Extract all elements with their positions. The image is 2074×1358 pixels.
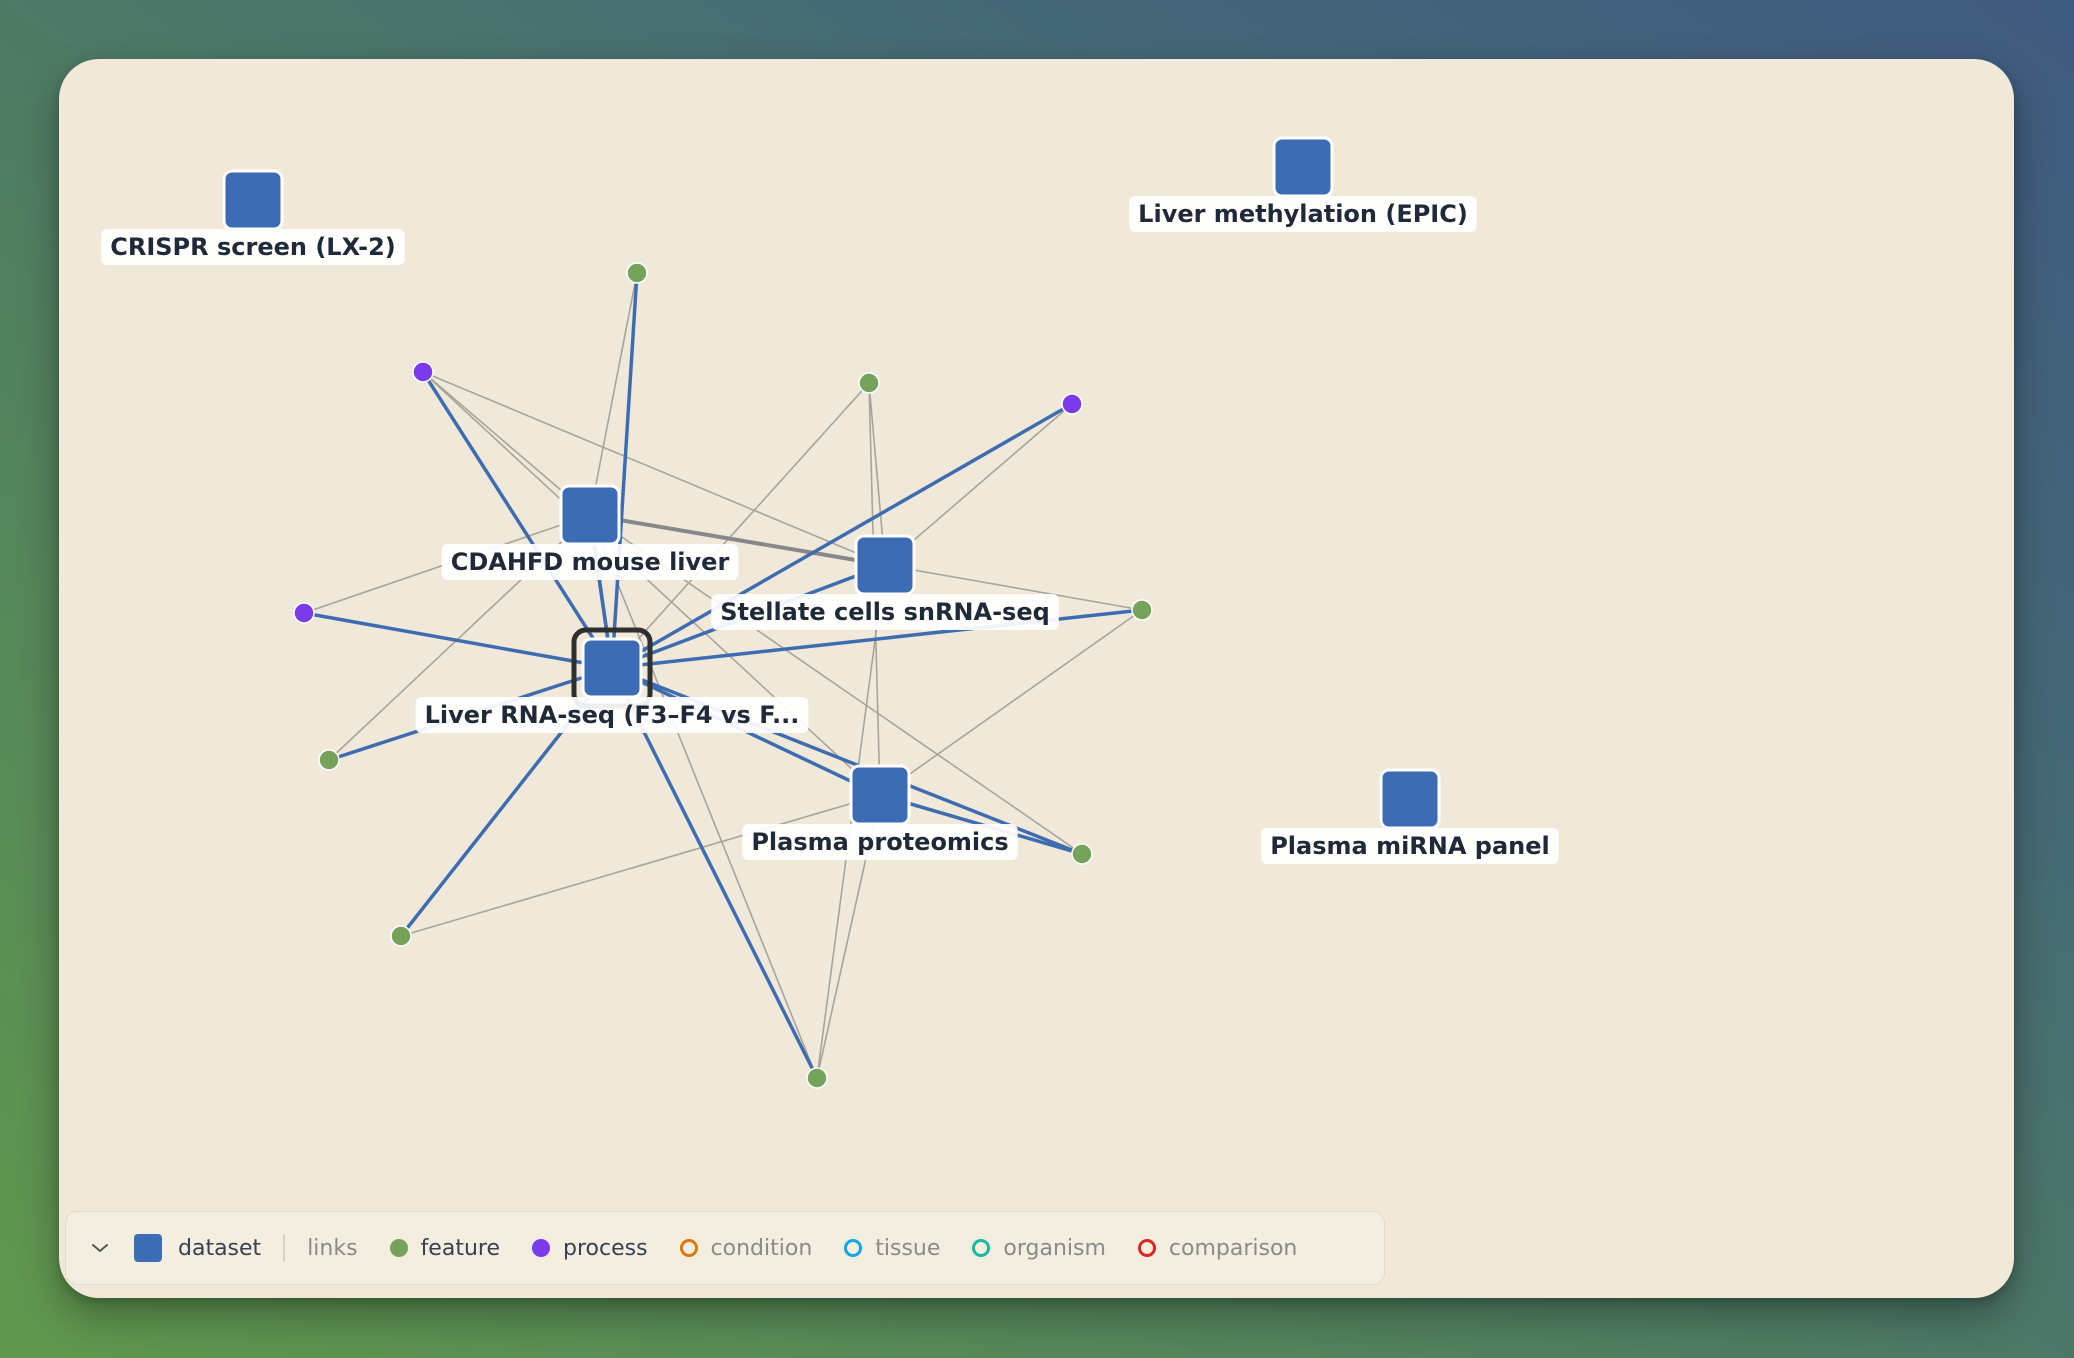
process-node[interactable] <box>1061 393 1083 415</box>
dataset-label: CRISPR screen (LX-2) <box>110 233 396 261</box>
legend-label-tissue: tissue <box>875 1235 941 1261</box>
legend-label-comparison: comparison <box>1168 1235 1298 1261</box>
legend-label-links: links <box>307 1235 358 1261</box>
dataset-label: Stellate cells snRNA-seq <box>720 598 1050 626</box>
organism-ring-icon <box>972 1239 991 1257</box>
legend-item-organism[interactable]: organism <box>972 1236 1106 1261</box>
legend-label-feature: feature <box>420 1235 500 1261</box>
dataset-node-square <box>1379 768 1441 830</box>
legend-label-process: process <box>563 1235 648 1261</box>
graph-edges <box>302 271 1144 1080</box>
selected-edge <box>302 611 614 670</box>
feature-node[interactable] <box>858 372 880 394</box>
dataset-node-liverrna[interactable]: Liver RNA-seq (F3–F4 vs F... <box>415 627 809 733</box>
dataset-label: Liver methylation (EPIC) <box>1138 200 1468 228</box>
graph-edge <box>422 371 886 566</box>
dataset-label: Plasma miRNA panel <box>1270 832 1550 860</box>
dataset-node-square <box>849 764 911 826</box>
comparison-ring-icon <box>1137 1239 1156 1257</box>
dataset-node-square <box>854 534 916 596</box>
feature-node[interactable] <box>318 749 340 771</box>
dataset-node-methyl[interactable]: Liver methylation (EPIC) <box>1129 136 1477 232</box>
dataset-label: Plasma proteomics <box>751 828 1008 856</box>
legend-label-condition: condition <box>710 1235 813 1261</box>
legend-label-organism: organism <box>1003 1235 1106 1261</box>
dataset-swatch-icon <box>134 1234 162 1262</box>
legend-item-feature[interactable]: feature <box>389 1235 500 1261</box>
dataset-node-mirna[interactable]: Plasma miRNA panel <box>1261 768 1559 864</box>
tissue-ring-icon <box>844 1239 863 1257</box>
graph-window: CRISPR screen (LX-2) Liver methylation (E… <box>59 59 2014 1298</box>
legend-label-dataset: dataset <box>178 1235 262 1261</box>
legend-bar: dataset links feature process condition … <box>65 1211 1385 1285</box>
legend-item-process[interactable]: process <box>532 1236 648 1261</box>
legend-item-comparison[interactable]: comparison <box>1137 1235 1298 1261</box>
process-dot-icon <box>532 1239 550 1257</box>
process-node[interactable] <box>412 361 434 383</box>
graph-edge <box>400 794 881 937</box>
legend-item-dataset[interactable]: dataset <box>134 1234 261 1262</box>
feature-node[interactable] <box>1071 843 1093 865</box>
selected-edge <box>610 271 639 670</box>
dataset-label: Liver RNA-seq (F3–F4 vs F... <box>425 701 800 729</box>
chevron-down-icon[interactable] <box>80 1242 120 1254</box>
dataset-node-square <box>1272 136 1334 198</box>
graph-edge <box>879 609 1143 796</box>
feature-dot-icon <box>389 1239 408 1257</box>
dataset-node-square <box>581 637 643 699</box>
legend-item-condition[interactable]: condition <box>679 1235 813 1261</box>
feature-node[interactable] <box>626 262 648 284</box>
legend-divider <box>283 1234 286 1262</box>
graph-nodes: CRISPR screen (LX-2) Liver methylation (E… <box>101 136 1559 1089</box>
dataset-node-square <box>559 484 621 546</box>
dataset-label: CDAHFD mouse liver <box>451 548 730 576</box>
process-node[interactable] <box>293 602 315 624</box>
feature-node[interactable] <box>390 925 412 947</box>
condition-ring-icon <box>679 1239 698 1257</box>
network-graph-canvas[interactable]: CRISPR screen (LX-2) Liver methylation (E… <box>59 59 2014 1298</box>
feature-node[interactable] <box>806 1067 828 1089</box>
legend-item-links[interactable]: links <box>307 1236 357 1261</box>
dataset-node-crispr[interactable]: CRISPR screen (LX-2) <box>101 169 405 265</box>
legend-item-tissue[interactable]: tissue <box>844 1236 940 1261</box>
feature-node[interactable] <box>1131 599 1153 621</box>
dataset-node-square <box>222 169 284 231</box>
